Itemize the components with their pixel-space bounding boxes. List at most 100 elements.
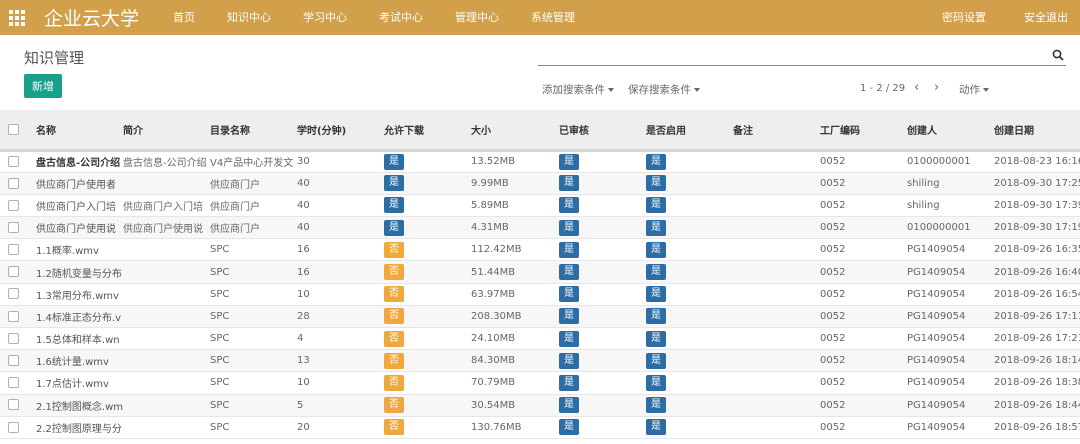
- table-row[interactable]: 1.2随机变量与分布 SPC 16 否 51.44MB 是 是 0052 PG1409054 20…: [0, 260, 1080, 284]
- col-download[interactable]: 允许下载: [384, 110, 471, 150]
- cell-name: 供应商门户使用说: [36, 224, 116, 236]
- cell-factory: 0052: [820, 244, 846, 256]
- row-checkbox[interactable]: [8, 221, 19, 233]
- cell-hours: 40: [297, 199, 310, 211]
- col-enabled[interactable]: 是否启用: [646, 110, 733, 150]
- col-creator[interactable]: 创建人: [907, 110, 994, 150]
- cell-intro: 供应商门户入门培: [123, 201, 203, 213]
- row-checkbox[interactable]: [8, 288, 19, 300]
- cell-note: [733, 350, 820, 372]
- cell-download: 否: [384, 261, 471, 283]
- next-page-icon[interactable]: ›: [934, 81, 939, 95]
- table-row[interactable]: 1.3常用分布.wmv SPC 10 否 63.97MB 是 是 0052 PG1409054 2…: [0, 283, 1080, 306]
- search-icon[interactable]: [1052, 49, 1064, 61]
- table-row[interactable]: 供应商门户使用说 供应商门户使用说 供应商门户 40 是 4.31MB 是是 0052 0100…: [0, 216, 1080, 239]
- cell-name: 盘古信息-公司介绍: [36, 158, 121, 170]
- cell-size: 5.89MB: [471, 199, 509, 211]
- cell-hours: 5: [297, 399, 304, 411]
- cell-intro: [123, 328, 210, 350]
- nav-management-center[interactable]: 管理中心: [439, 0, 515, 35]
- table-row[interactable]: 1.7点估计.wmv SPC 10 否 70.79MB 是 是 0052 PG1409054 20…: [0, 372, 1080, 395]
- col-intro[interactable]: 简介: [123, 110, 210, 150]
- nav-home[interactable]: 首页: [157, 0, 211, 35]
- cell-date: 2018-09-26 18:14: [994, 355, 1080, 367]
- row-checkbox[interactable]: [8, 399, 19, 411]
- cell-audited: 是: [559, 194, 646, 216]
- table-row[interactable]: 盘古信息-公司介绍 盘古信息-公司介绍 V4产品中心开发文 30 是 13.52MB 是是 0…: [0, 150, 1080, 173]
- cell-factory: 0052: [820, 156, 846, 168]
- cell-enabled: 是: [646, 350, 733, 372]
- add-filter-dropdown[interactable]: 添加搜索条件: [542, 82, 614, 97]
- cell-intro: [123, 394, 210, 416]
- nav-exam-center[interactable]: 考试中心: [363, 0, 439, 35]
- col-note[interactable]: 备注: [733, 110, 820, 150]
- cell-dir: SPC: [210, 355, 230, 367]
- row-checkbox[interactable]: [8, 244, 19, 256]
- col-hours[interactable]: 学时(分钟): [297, 110, 384, 150]
- cell-dir: SPC: [210, 421, 230, 433]
- col-audited[interactable]: 已审核: [559, 110, 646, 150]
- save-filter-dropdown[interactable]: 保存搜索条件: [628, 82, 700, 97]
- cell-name: 1.4标准正态分布.v: [36, 312, 121, 324]
- cell-audited: 是: [559, 394, 646, 416]
- search-input[interactable]: [538, 45, 1038, 66]
- row-checkbox[interactable]: [8, 377, 19, 389]
- table-row[interactable]: 2.1控制图概念.wm SPC 5 否 30.54MB 是 是 0052 PG1409054 20…: [0, 394, 1080, 417]
- cell-size: 30.54MB: [471, 399, 516, 411]
- table-row[interactable]: 1.1概率.wmv SPC 16 否 112.42MB 是 是 0052 PG1409054 20…: [0, 239, 1080, 261]
- password-settings-link[interactable]: 密码设置: [916, 0, 998, 35]
- cell-hours: 28: [297, 310, 310, 322]
- table-row[interactable]: 1.5总体和样本.wn SPC 4 否 24.10MB 是 是 0052 PG1409054 20…: [0, 328, 1080, 350]
- cell-intro: [123, 372, 210, 394]
- col-name[interactable]: 名称: [36, 110, 123, 150]
- cell-download: 是: [384, 194, 471, 216]
- col-created-date[interactable]: 创建日期: [994, 110, 1080, 150]
- prev-page-icon[interactable]: ‹: [914, 81, 919, 95]
- cell-creator: shiling: [907, 177, 940, 189]
- audited-badge: 是: [559, 352, 579, 369]
- table-row[interactable]: 2.2控制图原理与分 SPC 20 否 130.76MB 是 是 0052 PG1409054 2…: [0, 416, 1080, 439]
- cell-audited: 是: [559, 283, 646, 305]
- row-checkbox[interactable]: [8, 421, 19, 433]
- cell-audited: 是: [559, 217, 646, 239]
- pager-text: 1 - 2 / 29: [860, 83, 906, 94]
- audited-badge: 是: [559, 219, 579, 236]
- enabled-badge: 是: [646, 175, 666, 192]
- cell-intro: [123, 283, 210, 305]
- nav-system-management[interactable]: 系统管理: [515, 0, 591, 35]
- page-title: 知识管理: [24, 49, 85, 67]
- col-directory[interactable]: 目录名称: [210, 110, 297, 150]
- action-dropdown[interactable]: 动作: [959, 82, 989, 97]
- table-row[interactable]: 供应商门户入门培 供应商门户入门培 供应商门户 40 是 5.89MB 是是 0052 shil…: [0, 194, 1080, 217]
- download-badge: 是: [384, 175, 404, 192]
- download-badge: 否: [384, 352, 404, 369]
- nav-learning-center[interactable]: 学习中心: [287, 0, 363, 35]
- row-checkbox[interactable]: [8, 177, 19, 189]
- apps-menu-icon[interactable]: [0, 0, 34, 35]
- row-checkbox[interactable]: [8, 332, 19, 344]
- row-checkbox[interactable]: [8, 155, 19, 167]
- row-checkbox[interactable]: [8, 310, 19, 322]
- cell-factory: 0052: [820, 310, 846, 322]
- audited-badge: 是: [559, 308, 579, 325]
- cell-audited: 是: [559, 261, 646, 283]
- col-factory-code[interactable]: 工厂编码: [820, 110, 907, 150]
- select-all-checkbox[interactable]: [8, 123, 19, 135]
- cell-name: 2.2控制图原理与分: [36, 423, 122, 435]
- cell-name: 1.5总体和样本.wn: [36, 335, 120, 347]
- cell-name: 1.2随机变量与分布: [36, 268, 122, 280]
- new-button[interactable]: 新增: [24, 74, 62, 98]
- table-row[interactable]: 供应商门户使用者 供应商门户 40 是 9.99MB 是 是 0052 shiling 2018-…: [0, 172, 1080, 195]
- cell-creator: PG1409054: [907, 333, 966, 345]
- audited-badge: 是: [559, 197, 579, 214]
- table-row[interactable]: 1.6统计量.wmv SPC 13 否 84.30MB 是 是 0052 PG1409054 20…: [0, 349, 1080, 372]
- logout-link[interactable]: 安全退出: [998, 0, 1080, 35]
- enabled-badge: 是: [646, 352, 666, 369]
- col-size[interactable]: 大小: [471, 110, 559, 150]
- row-checkbox[interactable]: [8, 199, 19, 211]
- cell-size: 70.79MB: [471, 377, 516, 389]
- row-checkbox[interactable]: [8, 266, 19, 278]
- row-checkbox[interactable]: [8, 355, 19, 367]
- nav-knowledge-center[interactable]: 知识中心: [211, 0, 287, 35]
- table-row[interactable]: 1.4标准正态分布.v SPC 28 否 208.30MB 是 是 0052 PG1409054…: [0, 305, 1080, 328]
